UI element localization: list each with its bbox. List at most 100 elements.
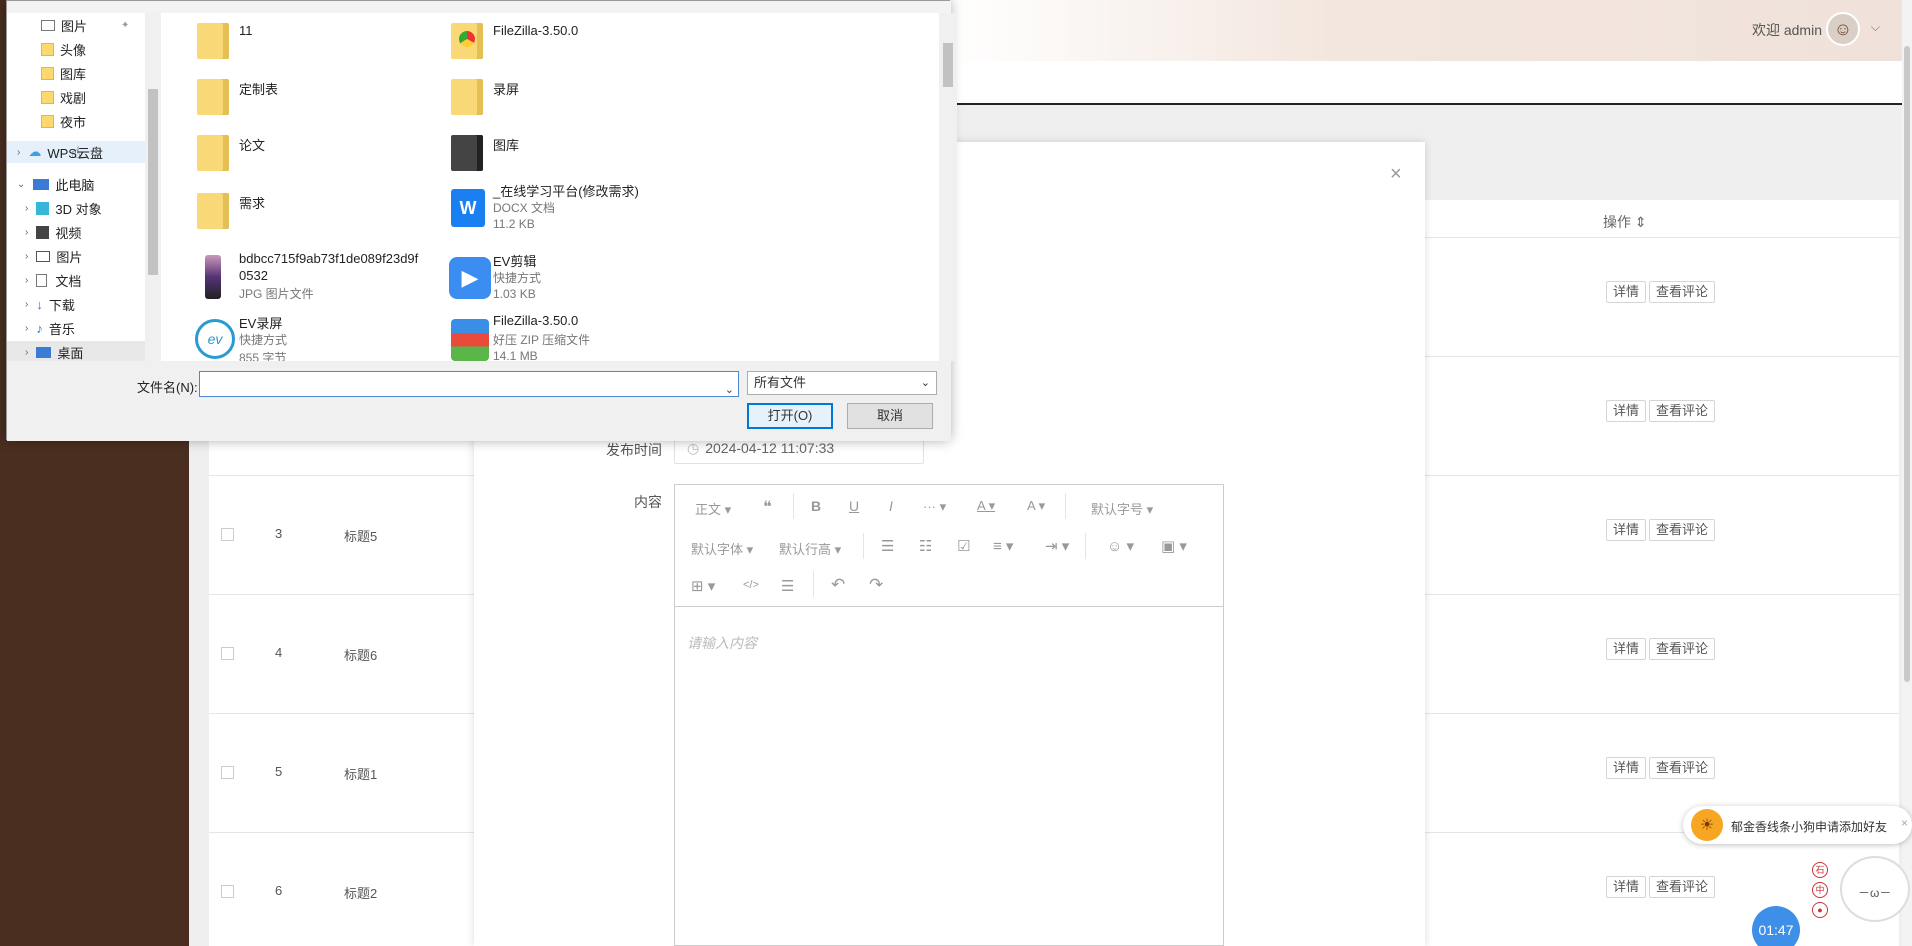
view-comments-button[interactable]: 查看评论	[1649, 757, 1716, 779]
tree-item[interactable]: › 图片	[25, 245, 82, 267]
cancel-button[interactable]: 取消	[847, 403, 933, 429]
align-icon[interactable]: ≡ ▾	[993, 537, 1013, 555]
view-comments-button[interactable]: 查看评论	[1649, 519, 1716, 541]
underline-icon[interactable]: U	[849, 498, 859, 514]
more-icon[interactable]: ··· ▾	[923, 499, 946, 515]
divider	[1065, 493, 1066, 519]
indent-icon[interactable]: ⇥ ▾	[1045, 537, 1069, 555]
tree-item[interactable]: › 文档	[25, 269, 81, 291]
chevron-right-icon: ›	[25, 226, 29, 238]
chevron-down-icon[interactable]: ⌵	[1871, 20, 1880, 35]
open-button[interactable]: 打开(O)	[747, 403, 833, 429]
view-comments-button[interactable]: 查看评论	[1649, 638, 1716, 660]
font-family-select[interactable]: 默认字体 ▾	[691, 539, 753, 558]
line-height-select[interactable]: 默认行高 ▾	[779, 539, 841, 558]
action-column-header[interactable]: 操作 ⇕	[1603, 212, 1647, 232]
tree-item[interactable]: › 3D 对象	[25, 197, 102, 219]
file-item[interactable]: FileZilla-3.50.0 好压 ZIP 压缩文件 14.1 MB	[445, 313, 695, 361]
tree-item[interactable]: › ♪ 音乐	[25, 317, 75, 339]
tree-item[interactable]: 图片 ✦	[41, 14, 145, 36]
chevron-right-icon: ›	[25, 298, 29, 310]
file-list-scrollbar[interactable]	[939, 13, 957, 361]
tree-item[interactable]: › ↓ 下载	[25, 293, 75, 315]
row-index: 5	[275, 764, 283, 779]
background-color-icon[interactable]: A ▾	[1027, 498, 1045, 514]
numbered-list-icon[interactable]: ☷	[919, 537, 932, 555]
quote-icon[interactable]: ❝	[763, 497, 772, 517]
table-icon[interactable]: ⊞ ▾	[691, 577, 715, 595]
row-checkbox[interactable]	[221, 528, 234, 541]
italic-icon[interactable]: I	[889, 498, 893, 514]
file-size: 14.1 MB	[493, 349, 538, 361]
view-comments-button[interactable]: 查看评论	[1649, 281, 1716, 303]
file-item[interactable]: 定制表	[191, 69, 441, 125]
chevron-down-icon: ⌄	[17, 178, 26, 190]
emoji-icon[interactable]: ☺ ▾	[1107, 537, 1134, 555]
tree-item[interactable]: 戏剧	[41, 86, 86, 108]
close-icon[interactable]: ×	[1390, 163, 1402, 186]
file-item[interactable]: 需求	[191, 183, 441, 239]
file-item[interactable]: W _在线学习平台(修改需求) DOCX 文档 11.2 KB	[445, 181, 695, 237]
file-item[interactable]: FileZilla-3.50.0	[445, 13, 695, 69]
friend-request-notification[interactable]: ☀ 郁金香线条小狗申请添加好友 ×	[1683, 806, 1912, 844]
tree-item[interactable]: 头像	[41, 38, 86, 60]
view-comments-button[interactable]: 查看评论	[1649, 400, 1716, 422]
tree-item-this-pc[interactable]: ⌄ 此电脑	[17, 173, 94, 195]
chevron-down-icon[interactable]: ⌄	[725, 378, 734, 402]
file-item[interactable]: 论文	[191, 125, 441, 181]
avatar[interactable]: ☺	[1826, 12, 1860, 46]
todo-icon[interactable]: ☑	[957, 537, 970, 555]
filename-input[interactable]: ⌄	[199, 371, 739, 397]
bullet-list-icon[interactable]: ☰	[881, 537, 894, 555]
tree-item[interactable]: › 视频	[25, 221, 81, 243]
file-size: 1.03 KB	[493, 287, 536, 301]
scrollbar-thumb[interactable]	[148, 89, 158, 275]
file-item[interactable]: bdbcc715f9ab73f1de089f23d9f 0532 JPG 图片文件	[191, 251, 441, 307]
tree-item[interactable]: 夜市	[41, 110, 86, 132]
file-item[interactable]: ▶ EV剪辑 快捷方式 1.03 KB	[445, 251, 695, 307]
file-item[interactable]: ev EV录屏 快捷方式 855 字节	[191, 313, 441, 361]
divider	[1085, 533, 1086, 559]
row-checkbox[interactable]	[221, 647, 234, 660]
tree-scrollbar[interactable]	[145, 13, 161, 361]
editor-placeholder[interactable]: 请输入内容	[687, 633, 757, 653]
tree-item[interactable]: 图库	[41, 62, 86, 84]
detail-button[interactable]: 详情	[1606, 519, 1647, 541]
timer-badge[interactable]: 01:47	[1752, 906, 1800, 946]
editor-toolbar: 正文 ▾ ❝ B U I ··· ▾ A ▾ A ▾ 默认字号 ▾ 默认字体 ▾…	[675, 485, 1223, 607]
paragraph-select[interactable]: 正文 ▾	[695, 499, 731, 518]
tree-item[interactable]: › 桌面	[7, 341, 145, 361]
file-open-dialog: 图片 ✦ 头像 图库 戏剧 夜市 › ☁ WPS云盘 ⌄ 此电脑 › 3D 对象 › 视频 …	[6, 0, 957, 441]
mascot-icon[interactable]: －ω－	[1834, 848, 1912, 946]
side-icon[interactable]: 中	[1812, 882, 1828, 898]
detail-button[interactable]: 详情	[1606, 400, 1647, 422]
side-icon[interactable]: 石	[1812, 862, 1828, 878]
detail-button[interactable]: 详情	[1606, 638, 1647, 660]
view-comments-button[interactable]: 查看评论	[1649, 876, 1716, 898]
page-scrollbar-thumb[interactable]	[1904, 46, 1910, 682]
undo-icon[interactable]: ↶	[831, 575, 845, 595]
side-icon[interactable]: ●	[1812, 902, 1828, 918]
scrollbar-thumb[interactable]	[943, 43, 953, 87]
file-item[interactable]: 图库	[445, 125, 695, 181]
close-icon[interactable]: ×	[1901, 816, 1908, 830]
file-type-select[interactable]: 所有文件 ⌄	[747, 371, 937, 395]
code-icon[interactable]: </>	[743, 579, 759, 591]
image-file-icon	[191, 255, 235, 299]
image-icon[interactable]: ▣ ▾	[1161, 537, 1187, 555]
font-color-icon[interactable]: A ▾	[977, 498, 995, 514]
row-checkbox[interactable]	[221, 885, 234, 898]
detail-button[interactable]: 详情	[1606, 757, 1647, 779]
file-name: 需求	[239, 196, 266, 211]
divider-icon[interactable]: ☰	[781, 577, 794, 595]
file-item[interactable]: 11	[191, 13, 441, 69]
file-name-continued: 0532	[239, 268, 268, 283]
detail-button[interactable]: 详情	[1606, 876, 1647, 898]
divider	[793, 493, 794, 519]
redo-icon[interactable]: ↷	[869, 575, 883, 595]
bold-icon[interactable]: B	[811, 498, 821, 514]
row-checkbox[interactable]	[221, 766, 234, 779]
font-size-select[interactable]: 默认字号 ▾	[1091, 499, 1153, 518]
file-item[interactable]: 录屏	[445, 69, 695, 125]
detail-button[interactable]: 详情	[1606, 281, 1647, 303]
